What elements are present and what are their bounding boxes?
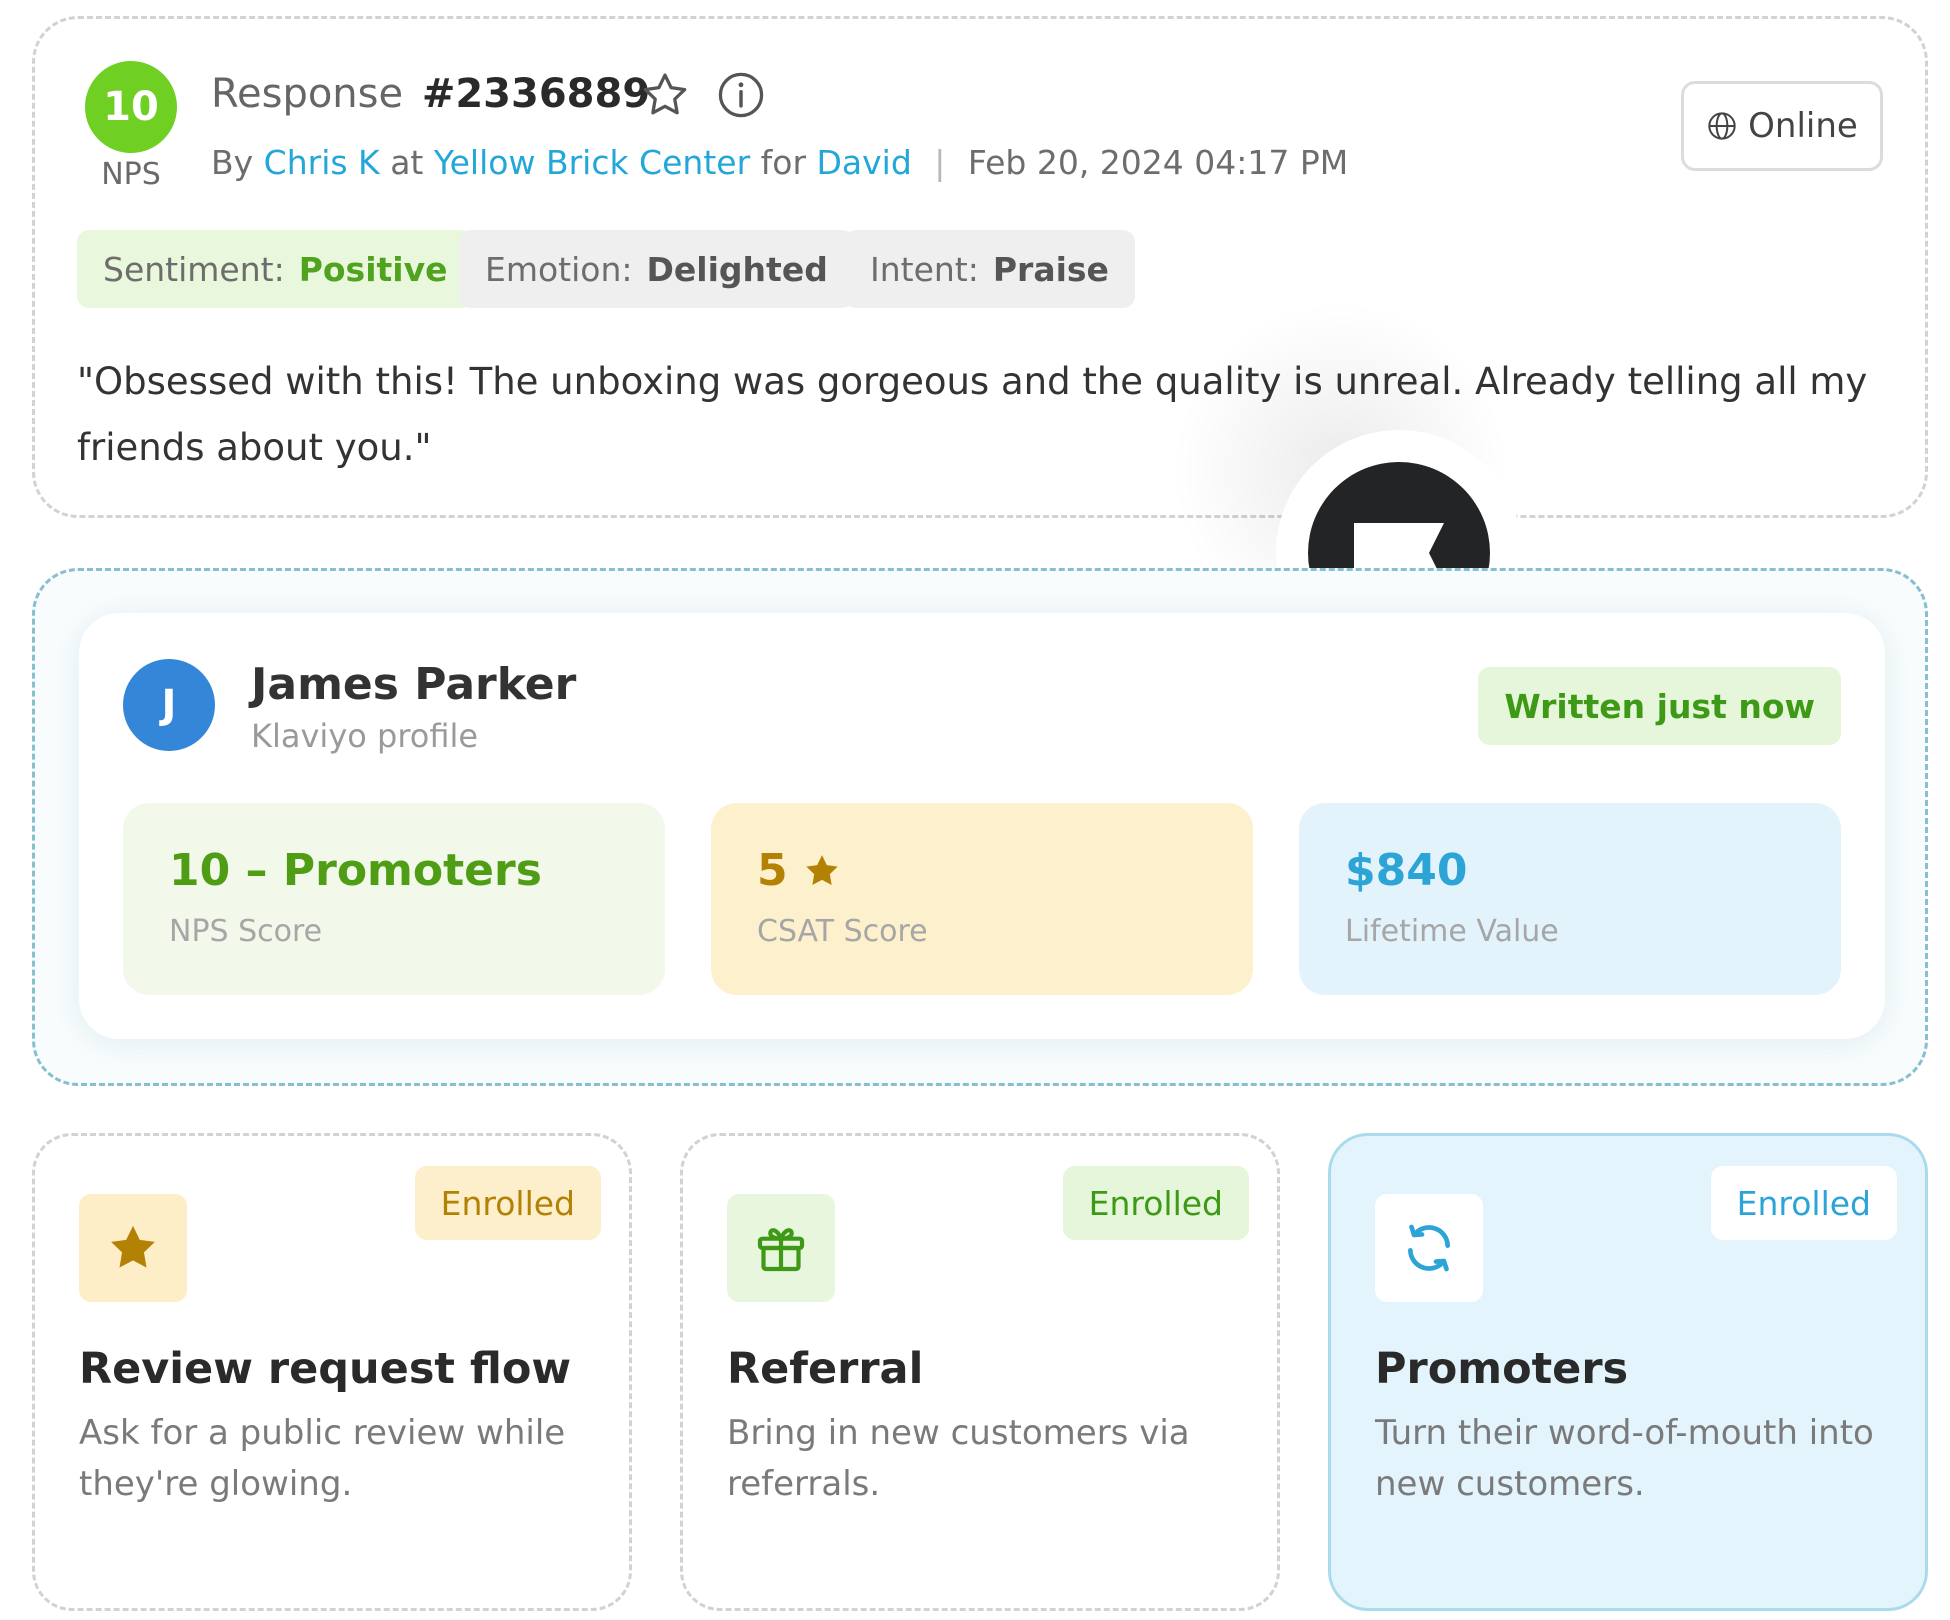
byline-separator: | <box>934 143 946 182</box>
response-byline: By Chris K at Yellow Brick Center for Da… <box>211 143 1348 182</box>
flow-description: Bring in new customers via referrals. <box>727 1413 1190 1504</box>
location-link[interactable]: Yellow Brick Center <box>434 143 750 182</box>
flow-title: Review request flow <box>79 1344 572 1394</box>
emotion-tag: Emotion: Delighted <box>459 230 854 308</box>
flow-description: Ask for a public review while they're gl… <box>79 1413 566 1504</box>
flow-icon-box <box>727 1194 835 1302</box>
ltv-stat-card: $840 Lifetime Value <box>1299 803 1841 995</box>
by-label: By <box>211 143 254 182</box>
refresh-icon <box>1408 1224 1450 1272</box>
enrolled-badge: Enrolled <box>414 1166 601 1240</box>
response-title-prefix: Response <box>211 71 404 117</box>
flow-title: Referral <box>727 1344 924 1394</box>
flow-title: Promoters <box>1375 1344 1629 1394</box>
nps-stat-card: 10 – Promoters NPS Score <box>123 803 665 995</box>
flow-icon-box <box>79 1194 187 1302</box>
nps-stat-label: NPS Score <box>169 914 323 949</box>
info-icon[interactable] <box>715 69 767 121</box>
flow-card-promoters[interactable]: Enrolled Promoters Turn their word-of-mo… <box>1328 1133 1928 1611</box>
written-status-badge: Written just now <box>1478 667 1841 745</box>
intent-key: Intent: <box>870 249 979 289</box>
star-icon <box>805 854 838 885</box>
sentiment-value: Positive <box>298 249 448 289</box>
response-card: 10 NPS Response #2336889 By Chris K at Y… <box>32 16 1928 518</box>
enrolled-badge: Enrolled <box>1062 1166 1249 1240</box>
flow-description: Turn their word-of-mouth into new custom… <box>1375 1413 1874 1504</box>
avatar: J <box>123 659 215 751</box>
for-label: for <box>760 143 807 182</box>
emotion-key: Emotion: <box>485 249 633 289</box>
profile-source: Klaviyo profile <box>251 717 479 755</box>
enrolled-badge: Enrolled <box>1710 1166 1897 1240</box>
intent-tag: Intent: Praise <box>844 230 1135 308</box>
csat-stat-card: 5 CSAT Score <box>711 803 1253 995</box>
ltv-stat-value: $840 <box>1345 845 1468 896</box>
gift-icon <box>757 1228 805 1272</box>
intent-value: Praise <box>992 249 1109 289</box>
sentiment-tag: Sentiment: Positive <box>77 230 474 308</box>
emotion-value: Delighted <box>646 249 828 289</box>
recipient-link[interactable]: David <box>817 143 912 182</box>
profile-card: J James Parker Klaviyo profile Written j… <box>79 613 1885 1039</box>
flow-card-referral[interactable]: Enrolled Referral Bring in new customers… <box>680 1133 1280 1611</box>
flow-card-review-request[interactable]: Enrolled Review request flow Ask for a p… <box>32 1133 632 1611</box>
response-title: Response #2336889 <box>211 71 650 117</box>
ltv-stat-label: Lifetime Value <box>1345 914 1559 949</box>
globe-icon <box>1708 112 1736 140</box>
author-link[interactable]: Chris K <box>264 143 380 182</box>
star-outline-icon[interactable] <box>639 69 691 121</box>
response-quote: "Obsessed with this! The unboxing was go… <box>77 360 1868 469</box>
channel-label: Online <box>1748 106 1858 146</box>
channel-button[interactable]: Online <box>1681 81 1883 171</box>
nps-label: NPS <box>101 157 161 192</box>
flow-icon-box <box>1375 1194 1483 1302</box>
profile-panel: J James Parker Klaviyo profile Written j… <box>32 568 1928 1086</box>
sentiment-key: Sentiment: <box>103 249 285 289</box>
at-label: at <box>390 143 424 182</box>
response-id: #2336889 <box>421 71 651 117</box>
nps-score-badge: 10 <box>85 61 177 153</box>
nps-stat-value: 10 – Promoters <box>169 845 542 896</box>
star-icon <box>111 1225 155 1268</box>
csat-stat-label: CSAT Score <box>757 914 928 949</box>
response-timestamp: Feb 20, 2024 04:17 PM <box>967 143 1349 182</box>
csat-value-text: 5 <box>757 845 788 896</box>
profile-name: James Parker <box>251 659 577 710</box>
csat-stat-value: 5 <box>757 845 1207 896</box>
